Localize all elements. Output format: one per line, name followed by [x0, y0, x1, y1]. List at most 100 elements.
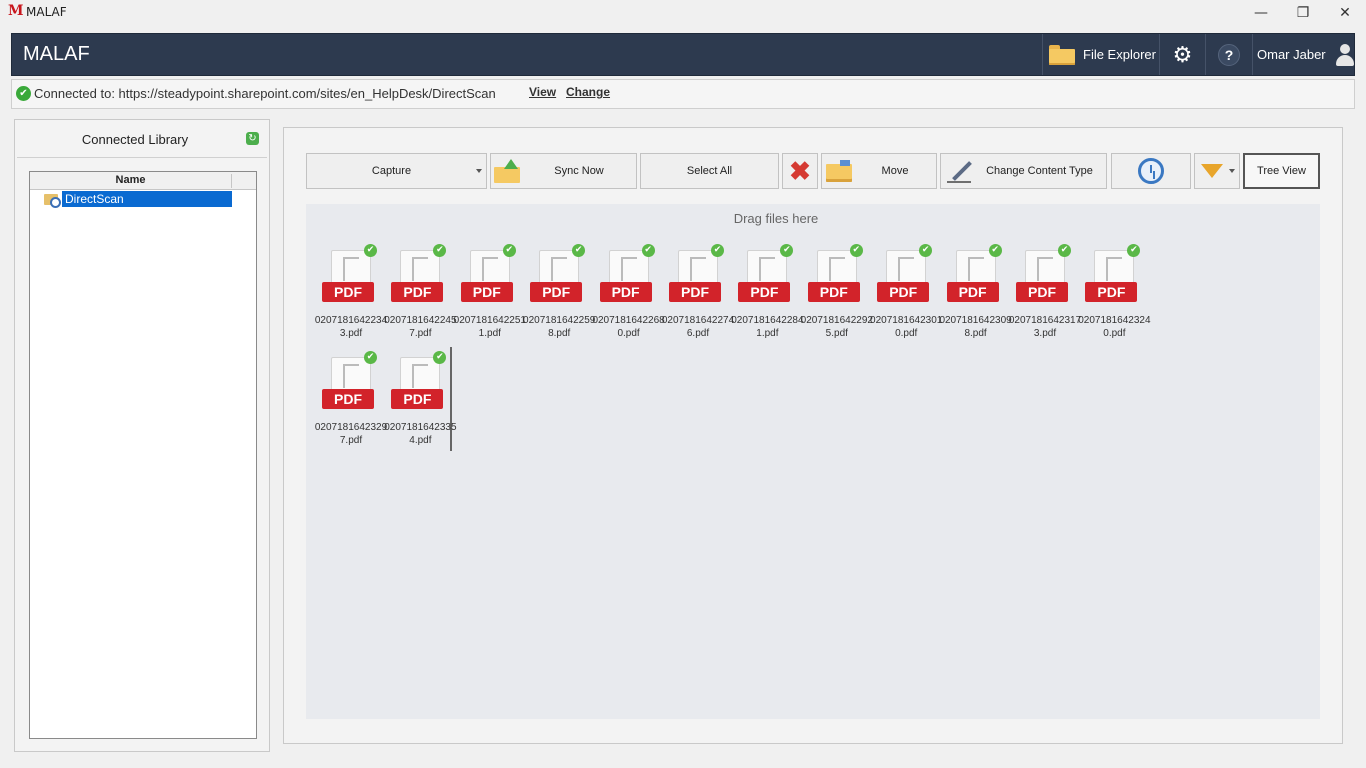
file-name: 02071816422343.pdf: [314, 315, 388, 339]
document-mark: [690, 257, 706, 281]
document-mark: [967, 257, 984, 281]
file-name: 02071816423173.pdf: [1008, 315, 1082, 339]
file-name: 02071816423098.pdf: [939, 315, 1012, 339]
minimize-button[interactable]: —: [1238, 0, 1284, 26]
move-button[interactable]: Move: [821, 153, 937, 189]
document-mark: [343, 257, 359, 281]
pdf-badge: PDF: [460, 282, 513, 302]
connection-bar: ✔ Connected to: https://steadypoint.shar…: [11, 79, 1355, 109]
file-item[interactable]: PDF ✔ 02071816422746.pdf: [662, 242, 734, 342]
synced-check-icon: ✔: [1058, 244, 1071, 257]
document-mark: [759, 257, 776, 281]
pdf-badge: PDF: [599, 282, 652, 302]
file-item[interactable]: PDF ✔ 02071816423297.pdf: [315, 349, 387, 449]
refresh-library-icon[interactable]: ↻: [246, 132, 259, 145]
tree-item-label: DirectScan: [62, 191, 232, 207]
capture-button[interactable]: Capture: [306, 153, 487, 189]
view-link[interactable]: View: [529, 85, 556, 99]
change-content-type-button[interactable]: Change Content Type: [940, 153, 1107, 189]
connected-check-icon: ✔: [16, 86, 31, 101]
tree-header: Name: [30, 172, 256, 190]
tree-item-directscan[interactable]: DirectScan: [44, 191, 232, 208]
funnel-icon: [1201, 164, 1223, 178]
library-folder-icon: [44, 192, 61, 208]
window-titlebar: M MALAF — ❐ ✕: [0, 0, 1366, 26]
pdf-badge: PDF: [946, 282, 999, 302]
file-explorer-button[interactable]: File Explorer: [1042, 34, 1159, 75]
library-tree[interactable]: Name DirectScan: [29, 171, 257, 739]
tree-view-button[interactable]: Tree View: [1243, 153, 1320, 189]
file-item[interactable]: PDF ✔ 02071816423010.pdf: [870, 242, 942, 342]
chevron-down-icon[interactable]: [1229, 169, 1235, 173]
app-logo-icon: M: [8, 3, 24, 19]
file-item[interactable]: PDF ✔ 02071816422457.pdf: [384, 242, 457, 342]
sync-now-label: Sync Now: [554, 165, 604, 177]
file-item[interactable]: PDF ✔ 02071816422925.pdf: [801, 242, 873, 342]
help-icon: ?: [1218, 43, 1240, 66]
file-name: 02071816422457.pdf: [384, 315, 457, 339]
document-mark: [1037, 257, 1053, 281]
file-name: 02071816422925.pdf: [800, 315, 873, 339]
select-all-label: Select All: [686, 165, 733, 177]
file-item[interactable]: PDF ✔ 02071816423240.pdf: [1078, 242, 1151, 342]
file-item[interactable]: PDF ✔ 02071816423098.pdf: [939, 242, 1012, 342]
synced-check-icon: ✔: [502, 244, 516, 257]
pdf-badge: PDF: [807, 282, 860, 302]
document-mark: [620, 257, 637, 281]
close-button[interactable]: ✕: [1322, 0, 1366, 26]
help-button[interactable]: ?: [1205, 34, 1252, 75]
synced-check-icon: ✔: [641, 244, 655, 257]
file-item[interactable]: PDF ✔ 02071816422343.pdf: [315, 242, 387, 342]
connection-status-text: Connected to: https://steadypoint.sharep…: [34, 86, 496, 101]
document-mark: [898, 257, 915, 281]
library-title: Connected Library: [81, 132, 189, 147]
folder-icon: [1049, 44, 1075, 65]
upload-folder-icon: [494, 159, 522, 183]
restore-button[interactable]: ❐: [1280, 0, 1326, 26]
document-mark: [343, 364, 359, 388]
file-name: 02071816423297.pdf: [314, 422, 388, 446]
synced-check-icon: ✔: [780, 244, 794, 257]
brand-title: MALAF: [23, 43, 90, 65]
file-name: 02071816422746.pdf: [661, 315, 735, 339]
sync-now-button[interactable]: Sync Now: [490, 153, 637, 189]
settings-button[interactable]: ⚙: [1159, 34, 1205, 75]
pdf-badge: PDF: [391, 389, 444, 409]
delete-button[interactable]: ✖: [782, 153, 818, 189]
file-item[interactable]: PDF ✔ 02071816422841.pdf: [731, 242, 804, 342]
document-mark: [551, 257, 568, 281]
select-all-button[interactable]: Select All: [640, 153, 779, 189]
connected-library-panel: Connected Library ↻ Name DirectScan: [14, 119, 270, 752]
name-column-header[interactable]: Name: [30, 174, 232, 188]
filter-button[interactable]: [1194, 153, 1240, 189]
synced-check-icon: ✔: [988, 244, 1002, 257]
user-avatar-icon: [1334, 43, 1356, 67]
change-link[interactable]: Change: [566, 85, 610, 99]
pdf-badge: PDF: [669, 282, 721, 302]
change-content-type-label: Change Content Type: [986, 165, 1093, 177]
file-item[interactable]: PDF ✔ 02071816422598.pdf: [523, 242, 595, 342]
file-item[interactable]: PDF ✔ 02071816422680.pdf: [592, 242, 665, 342]
file-name: 02071816422680.pdf: [592, 315, 665, 339]
pdf-badge: PDF: [1016, 282, 1068, 302]
chevron-down-icon[interactable]: [476, 169, 482, 173]
file-name: 02071816422598.pdf: [523, 315, 596, 339]
delete-x-icon: ✖: [789, 156, 811, 186]
file-item[interactable]: PDF ✔ 02071816423354.pdf: [384, 349, 457, 449]
history-refresh-icon: [1138, 158, 1164, 184]
documents-panel: Capture Sync Now Select All ✖ Move Chang…: [283, 127, 1343, 744]
user-menu[interactable]: Omar Jaber: [1252, 34, 1356, 75]
file-name: 02071816423010.pdf: [870, 315, 943, 339]
pdf-badge: PDF: [1085, 282, 1138, 302]
pdf-badge: PDF: [391, 282, 444, 302]
synced-check-icon: ✔: [433, 351, 447, 364]
refresh-history-button[interactable]: [1111, 153, 1191, 189]
file-drop-zone[interactable]: Drag files here PDF ✔ 02071816422343.pdf PD…: [306, 204, 1320, 719]
file-name: 02071816422511.pdf: [453, 315, 526, 339]
pdf-badge: PDF: [530, 282, 583, 302]
file-item[interactable]: PDF ✔ 02071816423173.pdf: [1009, 242, 1081, 342]
document-mark: [828, 257, 845, 281]
drop-zone-hint: Drag files here: [733, 211, 819, 226]
document-mark: [1106, 257, 1123, 281]
file-item[interactable]: PDF ✔ 02071816422511.pdf: [454, 242, 526, 342]
